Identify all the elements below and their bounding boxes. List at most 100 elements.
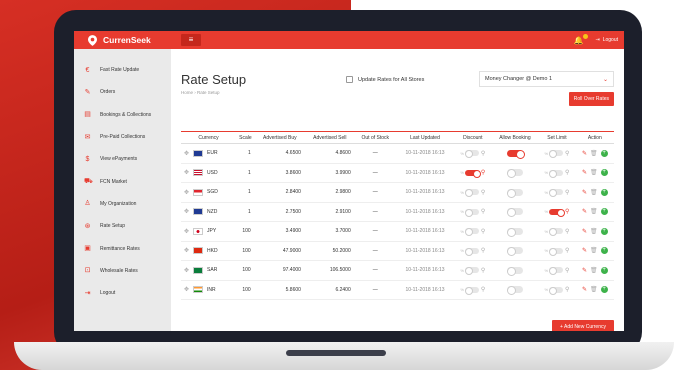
- set-limit-toggle[interactable]: [549, 150, 564, 159]
- allow-booking-toggle[interactable]: [506, 149, 525, 159]
- edit-icon[interactable]: ✎: [582, 267, 587, 274]
- drag-handle-icon[interactable]: ✥: [184, 247, 189, 254]
- sidebar-item-epayments[interactable]: $ View ePayments: [74, 148, 171, 170]
- add-icon[interactable]: +: [600, 149, 608, 157]
- update-all-stores-checkbox[interactable]: Update Rates for All Stores: [346, 76, 424, 83]
- search-icon[interactable]: ⚲: [481, 151, 485, 157]
- search-icon[interactable]: ⚲: [565, 170, 569, 176]
- search-icon[interactable]: ⚲: [481, 190, 485, 196]
- cell-advertised-sell[interactable]: 3.7000: [304, 221, 355, 242]
- cell-advertised-sell[interactable]: 106.5000: [304, 260, 355, 281]
- add-icon[interactable]: +: [600, 247, 608, 255]
- set-limit-toggle[interactable]: [549, 247, 564, 256]
- cell-advertised-buy[interactable]: 47.9000: [254, 241, 305, 261]
- search-icon[interactable]: ⚲: [481, 268, 485, 274]
- sidebar-item-rate-setup[interactable]: ⊛ Rate Setup: [74, 215, 171, 237]
- cell-advertised-buy[interactable]: 2.7500: [254, 202, 305, 222]
- set-limit-toggle[interactable]: [549, 267, 564, 276]
- set-limit-toggle[interactable]: [549, 169, 564, 178]
- store-select[interactable]: Money Changer @ Demo 1 ⌄: [479, 71, 614, 87]
- drag-handle-icon[interactable]: ✥: [184, 267, 189, 274]
- allow-booking-toggle[interactable]: [506, 188, 523, 198]
- trash-icon[interactable]: 🗑: [590, 286, 598, 293]
- set-limit-toggle[interactable]: [549, 208, 566, 217]
- search-icon[interactable]: ⚲: [565, 248, 569, 254]
- drag-handle-icon[interactable]: ✥: [184, 286, 189, 293]
- add-icon[interactable]: +: [600, 286, 608, 294]
- discount-toggle[interactable]: [464, 150, 479, 159]
- cell-advertised-buy[interactable]: 3.4900: [254, 221, 305, 242]
- trash-icon[interactable]: 🗑: [590, 228, 598, 235]
- roll-over-rates-button[interactable]: Roll Over Rates: [568, 92, 614, 106]
- edit-icon[interactable]: ✎: [582, 189, 587, 196]
- edit-icon[interactable]: ✎: [582, 150, 587, 157]
- sidebar-item-wholesale-rates[interactable]: ⊡ Wholesale Rates: [74, 260, 171, 282]
- discount-toggle[interactable]: [464, 286, 479, 295]
- add-icon[interactable]: +: [600, 227, 608, 235]
- search-icon[interactable]: ⚲: [481, 287, 485, 293]
- search-icon[interactable]: ⚲: [565, 287, 569, 293]
- sidebar-item-remittance-rates[interactable]: ▣ Remittance Rates: [74, 237, 171, 259]
- cell-advertised-buy[interactable]: 5.8600: [254, 280, 305, 300]
- add-new-currency-button[interactable]: + Add New Currency: [552, 320, 614, 331]
- allow-booking-toggle[interactable]: [506, 266, 523, 276]
- trash-icon[interactable]: 🗑: [590, 208, 598, 215]
- search-icon[interactable]: ⚲: [565, 229, 569, 235]
- search-icon[interactable]: ⚲: [565, 151, 569, 157]
- discount-toggle[interactable]: [464, 247, 479, 256]
- trash-icon[interactable]: 🗑: [590, 169, 598, 176]
- sidebar-item-fcn-market[interactable]: ⛟ FCN Market: [74, 170, 171, 192]
- search-icon[interactable]: ⚲: [565, 190, 569, 196]
- edit-icon[interactable]: ✎: [582, 286, 587, 293]
- drag-handle-icon[interactable]: ✥: [184, 169, 189, 176]
- sidebar-item-my-organization[interactable]: ♙ My Organization: [74, 193, 171, 215]
- cell-advertised-sell[interactable]: 50.2000: [304, 241, 355, 261]
- menu-toggle-button[interactable]: ≡: [181, 34, 201, 46]
- sidebar-item-bookings[interactable]: ▤ Bookings & Collections: [74, 104, 171, 126]
- allow-booking-toggle[interactable]: [506, 247, 523, 257]
- sidebar-item-fast-rate-update[interactable]: € Fast Rate Update: [74, 59, 171, 81]
- brand[interactable]: CurrenSeek: [74, 34, 174, 46]
- add-icon[interactable]: +: [600, 169, 608, 177]
- allow-booking-toggle[interactable]: [506, 286, 523, 296]
- cell-advertised-sell[interactable]: 6.2400: [304, 280, 355, 300]
- search-icon[interactable]: ⚲: [481, 229, 485, 235]
- sidebar-item-prepaid[interactable]: ✉ Pre-Paid Collections: [74, 126, 171, 148]
- set-limit-toggle[interactable]: [549, 286, 564, 295]
- search-icon[interactable]: ⚲: [481, 248, 485, 254]
- cell-advertised-buy[interactable]: 4.6500: [254, 143, 305, 164]
- discount-toggle[interactable]: [464, 208, 479, 217]
- trash-icon[interactable]: 🗑: [590, 150, 598, 157]
- checkbox[interactable]: [346, 76, 353, 83]
- allow-booking-toggle[interactable]: [506, 169, 523, 179]
- allow-booking-toggle[interactable]: [506, 227, 523, 237]
- drag-handle-icon[interactable]: ✥: [184, 150, 189, 157]
- discount-toggle[interactable]: [464, 267, 479, 276]
- edit-icon[interactable]: ✎: [582, 169, 587, 176]
- cell-advertised-sell[interactable]: 2.9800: [304, 182, 355, 203]
- cell-advertised-buy[interactable]: 3.8600: [254, 163, 305, 183]
- edit-icon[interactable]: ✎: [582, 208, 587, 215]
- trash-icon[interactable]: 🗑: [590, 189, 598, 196]
- discount-toggle[interactable]: [464, 189, 479, 198]
- drag-handle-icon[interactable]: ✥: [184, 228, 189, 235]
- cell-advertised-buy[interactable]: 97.4000: [254, 260, 305, 281]
- drag-handle-icon[interactable]: ✥: [184, 208, 189, 215]
- discount-toggle[interactable]: [464, 228, 479, 237]
- trash-icon[interactable]: 🗑: [590, 267, 598, 274]
- set-limit-toggle[interactable]: [549, 189, 564, 198]
- add-icon[interactable]: +: [600, 188, 608, 196]
- trash-icon[interactable]: 🗑: [590, 247, 598, 254]
- search-icon[interactable]: ⚲: [565, 268, 569, 274]
- set-limit-toggle[interactable]: [549, 228, 564, 237]
- search-icon[interactable]: ⚲: [481, 170, 485, 176]
- cell-advertised-sell[interactable]: 4.8600: [304, 143, 355, 164]
- drag-handle-icon[interactable]: ✥: [184, 189, 189, 196]
- edit-icon[interactable]: ✎: [582, 247, 587, 254]
- edit-icon[interactable]: ✎: [582, 228, 587, 235]
- cell-advertised-sell[interactable]: 3.9900: [304, 163, 355, 183]
- add-icon[interactable]: +: [600, 208, 608, 216]
- add-icon[interactable]: +: [600, 266, 608, 274]
- search-icon[interactable]: ⚲: [565, 209, 569, 215]
- sidebar-item-orders[interactable]: ✎ Orders: [74, 81, 171, 103]
